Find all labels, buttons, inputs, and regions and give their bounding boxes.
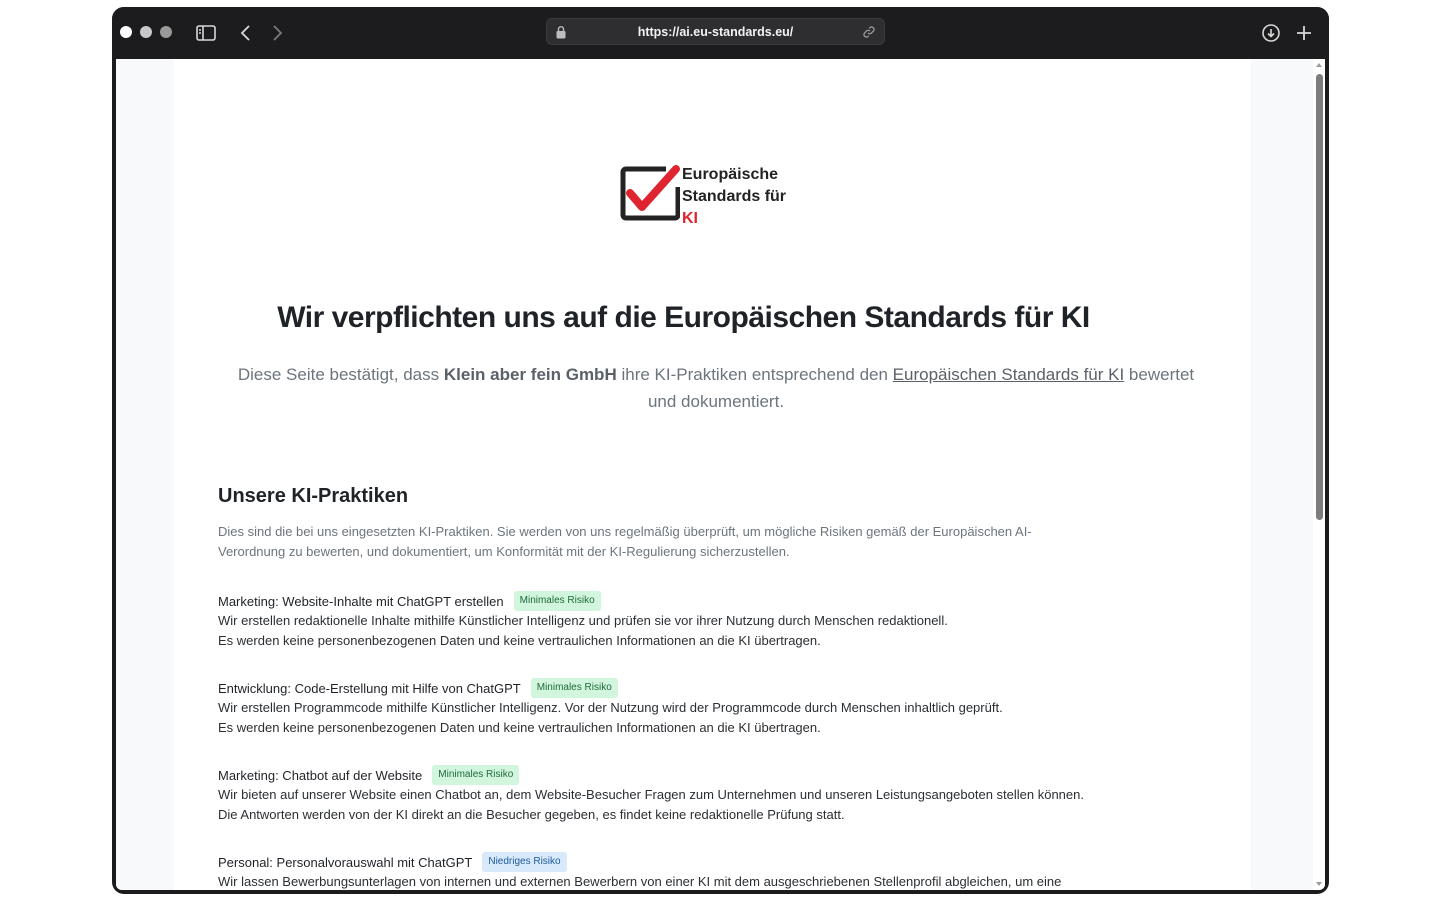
back-arrow-icon[interactable] xyxy=(234,21,258,45)
eu-standards-logo[interactable]: Europäische Standards für KI xyxy=(618,163,798,227)
logo-line-1: Europäische xyxy=(682,166,779,183)
practice-title: Marketing: Chatbot auf der Website xyxy=(218,767,423,783)
practice-description: Die Antworten werden von der KI direkt a… xyxy=(218,807,845,822)
download-icon[interactable] xyxy=(1259,21,1283,45)
vertical-scrollbar[interactable] xyxy=(1313,59,1325,890)
section-title: Unsere KI-Praktiken xyxy=(218,485,409,507)
page-gutter-left xyxy=(116,59,174,890)
practice-item: Entwicklung: Code-Erstellung mit Hilfe v… xyxy=(218,678,1218,738)
logo-wordmark: Europäische Standards für KI xyxy=(682,164,812,230)
practice-item: Marketing: Website-Inhalte mit ChatGPT e… xyxy=(218,591,1218,651)
page-gutter-right xyxy=(1251,59,1313,890)
checkbox-check-icon xyxy=(620,165,680,221)
practice-description: Wir erstellen Programmcode mithilfe Küns… xyxy=(218,700,1003,715)
scroll-up-arrow-icon[interactable] xyxy=(1316,63,1322,67)
link-icon[interactable] xyxy=(862,25,876,39)
logo-line-2: Standards für xyxy=(682,188,787,205)
practice-description: Es werden keine personenbezogenen Daten … xyxy=(218,720,821,735)
url-text: https://ai.eu-standards.eu/ xyxy=(637,25,794,39)
sidebar-toggle-icon[interactable] xyxy=(194,21,218,45)
practice-title: Marketing: Website-Inhalte mit ChatGPT e… xyxy=(218,593,504,609)
close-window-button[interactable] xyxy=(120,26,132,38)
practice-item: Marketing: Chatbot auf der Website Minim… xyxy=(218,765,1218,825)
risk-badge-low: Niedriges Risiko xyxy=(482,852,567,872)
page-title: Wir verpflichten uns auf die Europäische… xyxy=(277,301,1090,334)
page-subtitle: Diese Seite bestätigt, dass Klein aber f… xyxy=(226,361,1206,415)
scroll-down-arrow-icon[interactable] xyxy=(1316,882,1322,886)
practice-item: Personal: Personalvorauswahl mit ChatGPT… xyxy=(218,852,1218,890)
risk-badge-minimal: Minimales Risiko xyxy=(530,678,618,698)
company-name: Klein aber fein GmbH xyxy=(443,365,617,384)
lock-icon xyxy=(555,25,567,39)
risk-badge-minimal: Minimales Risiko xyxy=(432,765,520,785)
new-tab-plus-icon[interactable] xyxy=(1292,21,1316,45)
practice-description: Wir bieten auf unserer Website einen Cha… xyxy=(218,787,1084,802)
practice-description: Wir erstellen redaktionelle Inhalte mith… xyxy=(218,613,948,628)
browser-toolbar: https://ai.eu-standards.eu/ xyxy=(112,7,1329,59)
address-bar[interactable]: https://ai.eu-standards.eu/ xyxy=(546,18,885,45)
practice-description: Wir lassen Bewerbungsunterlagen von inte… xyxy=(218,874,1062,889)
zoom-window-button[interactable] xyxy=(160,26,172,38)
page-viewport: Europäische Standards für KI Wir verpfli… xyxy=(116,59,1325,890)
scrollbar-thumb[interactable] xyxy=(1316,74,1323,520)
practice-description: Es werden keine personenbezogenen Daten … xyxy=(218,633,821,648)
forward-arrow-icon[interactable] xyxy=(265,21,289,45)
section-intro: Dies sind die bei uns eingesetzten KI-Pr… xyxy=(218,524,1032,559)
subtitle-prefix: Diese Seite bestätigt, dass xyxy=(237,365,444,384)
risk-badge-minimal: Minimales Risiko xyxy=(513,591,601,611)
logo-line-3: KI xyxy=(682,210,698,227)
eu-standards-link[interactable]: Europäischen Standards für KI xyxy=(893,365,1125,384)
practice-title: Entwicklung: Code-Erstellung mit Hilfe v… xyxy=(218,680,521,696)
browser-window: https://ai.eu-standards.eu/ Europäische … xyxy=(112,7,1329,894)
subtitle-middle: ihre KI-Praktiken entsprechend den xyxy=(616,365,893,384)
minimize-window-button[interactable] xyxy=(140,26,152,38)
practice-title: Personal: Personalvorauswahl mit ChatGPT xyxy=(218,854,473,870)
